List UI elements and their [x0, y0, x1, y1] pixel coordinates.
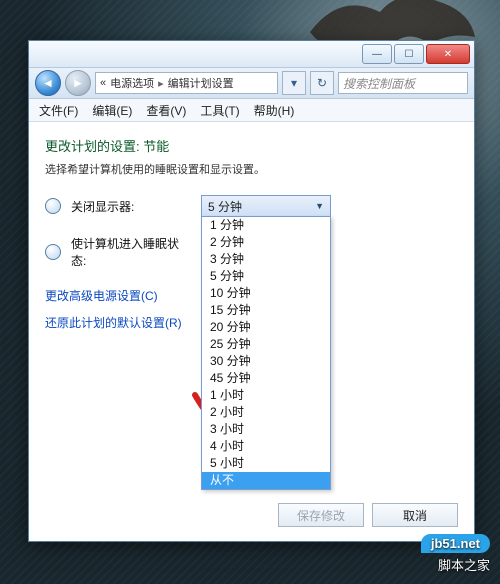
dropdown-option[interactable]: 30 分钟 — [202, 353, 330, 370]
chevron-down-icon: ▼ — [315, 201, 324, 211]
breadcrumb[interactable]: « 电源选项 ▸ 编辑计划设置 — [95, 72, 278, 94]
dropdown-option[interactable]: 1 小时 — [202, 387, 330, 404]
row-label: 使计算机进入睡眠状态: — [71, 235, 191, 269]
dropdown-option[interactable]: 3 小时 — [202, 421, 330, 438]
save-button[interactable]: 保存修改 — [278, 503, 364, 527]
dropdown-option[interactable]: 25 分钟 — [202, 336, 330, 353]
row-label: 关闭显示器: — [71, 198, 191, 215]
dropdown-option[interactable]: 4 小时 — [202, 438, 330, 455]
dropdown-options-list: 1 分钟2 分钟3 分钟5 分钟10 分钟15 分钟20 分钟25 分钟30 分… — [201, 216, 331, 490]
dropdown-option[interactable]: 2 小时 — [202, 404, 330, 421]
breadcrumb-item[interactable]: 电源选项 — [110, 75, 154, 91]
cancel-button[interactable]: 取消 — [372, 503, 458, 527]
menu-edit[interactable]: 编辑(E) — [86, 100, 138, 121]
watermark-text: 脚本之家 — [438, 558, 490, 573]
content-pane: 更改计划的设置: 节能 选择希望计算机使用的睡眠设置和显示设置。 关闭显示器: … — [29, 122, 474, 331]
refresh-button[interactable]: ↻ — [310, 71, 334, 95]
search-input[interactable]: 搜索控制面板 — [338, 72, 468, 94]
titlebar: — ☐ ✕ — [29, 41, 474, 68]
dropdown-selected[interactable]: 5 分钟 ▼ — [201, 195, 331, 217]
dropdown-option[interactable]: 15 分钟 — [202, 302, 330, 319]
page-description: 选择希望计算机使用的睡眠设置和显示设置。 — [45, 161, 458, 177]
watermark: jb51.net 脚本之家 — [421, 534, 490, 574]
menu-bar: 文件(F) 编辑(E) 查看(V) 工具(T) 帮助(H) — [29, 99, 474, 122]
dropdown-option[interactable]: 2 分钟 — [202, 234, 330, 251]
minimize-button[interactable]: — — [362, 44, 392, 64]
row-display-off: 关闭显示器: 5 分钟 ▼ 1 分钟2 分钟3 分钟5 分钟10 分钟15 分钟… — [45, 195, 458, 217]
breadcrumb-prefix: « — [100, 77, 106, 89]
maximize-button[interactable]: ☐ — [394, 44, 424, 64]
footer-buttons: 保存修改 取消 — [278, 503, 458, 527]
control-panel-window: — ☐ ✕ ◄ ► « 电源选项 ▸ 编辑计划设置 ▾ ↻ 搜索控制面板 文件(… — [28, 40, 475, 542]
dropdown-history-button[interactable]: ▾ — [282, 71, 306, 95]
back-button[interactable]: ◄ — [35, 70, 61, 96]
dropdown-option[interactable]: 5 小时 — [202, 455, 330, 472]
close-button[interactable]: ✕ — [426, 44, 470, 64]
monitor-icon — [45, 198, 61, 214]
dropdown-option[interactable]: 10 分钟 — [202, 285, 330, 302]
breadcrumb-item[interactable]: 编辑计划设置 — [168, 75, 234, 91]
nav-toolbar: ◄ ► « 电源选项 ▸ 编辑计划设置 ▾ ↻ 搜索控制面板 — [29, 68, 474, 99]
dropdown-option[interactable]: 3 分钟 — [202, 251, 330, 268]
forward-button[interactable]: ► — [65, 70, 91, 96]
display-timeout-dropdown[interactable]: 5 分钟 ▼ 1 分钟2 分钟3 分钟5 分钟10 分钟15 分钟20 分钟25… — [201, 195, 331, 217]
menu-help[interactable]: 帮助(H) — [248, 100, 301, 121]
menu-tools[interactable]: 工具(T) — [194, 100, 245, 121]
menu-file[interactable]: 文件(F) — [33, 100, 84, 121]
dropdown-option[interactable]: 45 分钟 — [202, 370, 330, 387]
chevron-right-icon: ▸ — [158, 77, 164, 90]
search-placeholder: 搜索控制面板 — [343, 75, 415, 92]
page-title: 更改计划的设置: 节能 — [45, 136, 458, 155]
dropdown-option[interactable]: 5 分钟 — [202, 268, 330, 285]
dropdown-option[interactable]: 20 分钟 — [202, 319, 330, 336]
dropdown-option[interactable]: 从不 — [202, 472, 330, 489]
dropdown-option[interactable]: 1 分钟 — [202, 217, 330, 234]
menu-view[interactable]: 查看(V) — [140, 100, 192, 121]
moon-icon — [45, 244, 61, 260]
dropdown-value: 5 分钟 — [208, 198, 242, 215]
watermark-brand: jb51.net — [421, 534, 490, 553]
